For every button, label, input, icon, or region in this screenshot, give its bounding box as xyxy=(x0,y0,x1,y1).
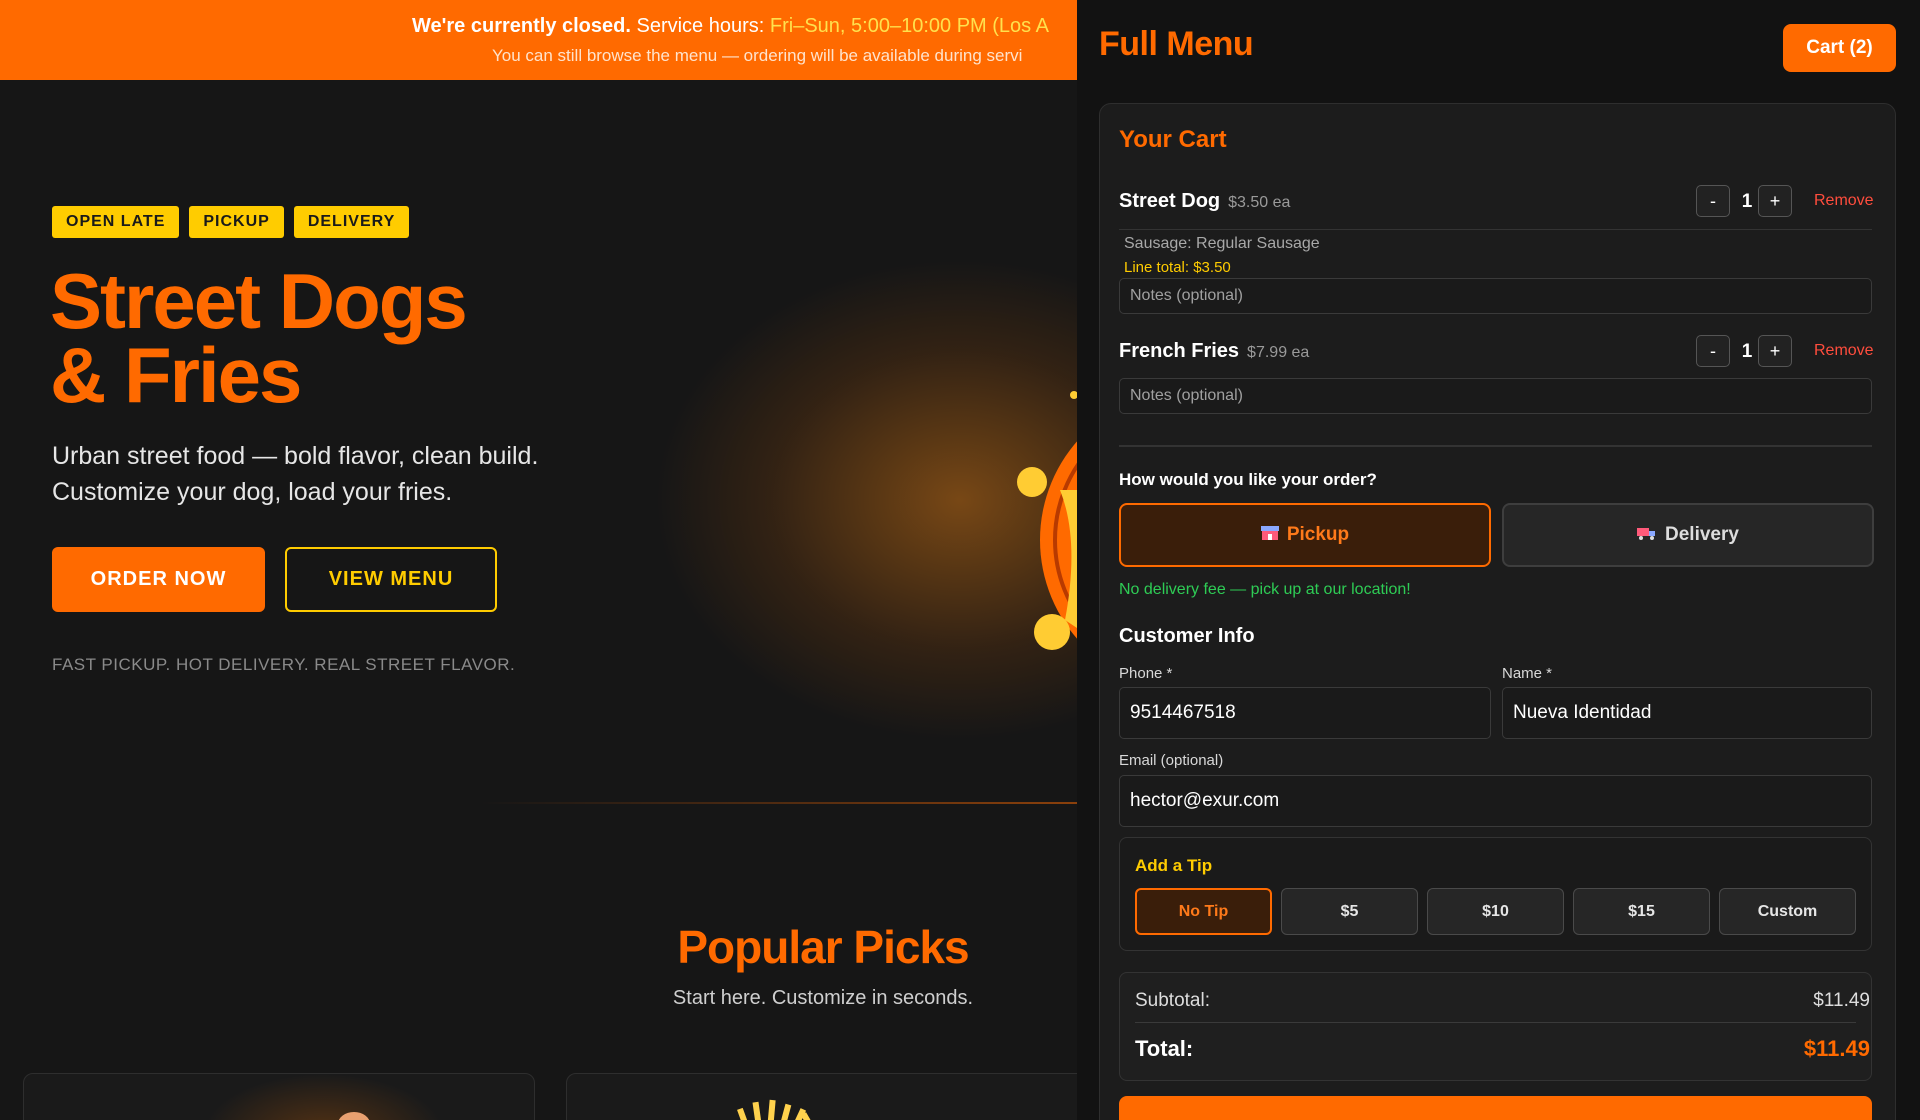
tip-option-5[interactable]: $5 xyxy=(1281,888,1418,935)
cart-button[interactable]: Cart (2) xyxy=(1783,24,1896,72)
tip-option-custom[interactable]: Custom xyxy=(1719,888,1856,935)
pickup-option[interactable]: Pickup xyxy=(1119,503,1491,567)
french-fries-image xyxy=(737,1099,820,1120)
item-notes-input[interactable] xyxy=(1119,378,1872,414)
name-field[interactable] xyxy=(1502,687,1872,739)
item-line-total: Line total: $3.50 xyxy=(1124,259,1231,276)
pickup-label: Pickup xyxy=(1286,524,1350,545)
item-name-text: Street Dog xyxy=(1119,190,1221,212)
cart-item-name: French Fries $7.99 ea xyxy=(1119,340,1309,363)
qty-increase-button[interactable]: + xyxy=(1758,185,1792,217)
popular-card[interactable] xyxy=(566,1073,1077,1120)
hotdog-shape xyxy=(338,1112,370,1120)
hero-tagline: FAST PICKUP. HOT DELIVERY. REAL STREET F… xyxy=(52,655,516,674)
totals-divider xyxy=(1135,1022,1856,1023)
remove-item-link[interactable]: Remove xyxy=(1814,192,1874,210)
view-menu-button[interactable]: VIEW MENU xyxy=(285,547,497,612)
cart-card xyxy=(1099,103,1896,1120)
mascot-illustration xyxy=(1017,391,1077,650)
name-label: Name * xyxy=(1502,665,1553,682)
qty-decrease-button[interactable]: - xyxy=(1696,335,1730,367)
menu-panel: Full Menu Cart (2) Your Cart Street Dog $… xyxy=(1077,0,1920,1120)
mascot-dot-3 xyxy=(1070,391,1077,399)
cart-item-name: Street Dog $3.50 ea xyxy=(1119,190,1290,213)
item-unit-price: $7.99 ea xyxy=(1247,344,1310,361)
email-field[interactable] xyxy=(1119,775,1872,827)
badge-pickup: PICKUP xyxy=(189,206,284,238)
delivery-option[interactable]: Delivery xyxy=(1502,503,1874,567)
qty-value: 1 xyxy=(1741,191,1753,212)
panel-title: Full Menu xyxy=(1099,25,1254,63)
item-unit-price: $3.50 ea xyxy=(1228,194,1291,211)
totals-box xyxy=(1119,972,1872,1081)
store-icon xyxy=(1260,525,1279,546)
banner-closed-text: We're currently closed. xyxy=(412,15,631,37)
hero-subtitle: Urban street food — bold flavor, clean b… xyxy=(52,442,539,506)
street-dog-image xyxy=(338,1112,370,1120)
closed-banner: We're currently closed. Service hours: F… xyxy=(0,0,1077,80)
hero-badges: OPEN LATE PICKUP DELIVERY xyxy=(52,206,410,238)
tip-option-15[interactable]: $15 xyxy=(1573,888,1710,935)
banner-timezone: (Los A xyxy=(992,15,1049,37)
banner-line-2: You can still browse the menu — ordering… xyxy=(492,46,1023,65)
no-fee-note: No delivery fee — pick up at our locatio… xyxy=(1119,581,1411,598)
item-name-text: French Fries xyxy=(1119,340,1240,362)
item-notes-input[interactable] xyxy=(1119,278,1872,314)
banner-hours-value: Fri–Sun, 5:00–10:00 PM xyxy=(769,15,987,37)
tip-option-none[interactable]: No Tip xyxy=(1135,888,1272,935)
cart-divider xyxy=(1119,445,1872,447)
order-now-button[interactable]: ORDER NOW xyxy=(52,547,265,612)
popular-picks-subtitle: Start here. Customize in seconds. xyxy=(672,987,974,1009)
place-order-button[interactable] xyxy=(1119,1096,1872,1120)
item-divider xyxy=(1119,229,1872,230)
section-divider xyxy=(480,802,1077,804)
tip-option-10[interactable]: $10 xyxy=(1427,888,1564,935)
total-value: $11.49 xyxy=(1803,1036,1870,1061)
landing-page: We're currently closed. Service hours: F… xyxy=(0,0,1077,1120)
tip-heading: Add a Tip xyxy=(1135,856,1213,875)
hero-title-line-2: & Fries xyxy=(50,331,302,419)
remove-item-link[interactable]: Remove xyxy=(1814,342,1874,360)
qty-value: 1 xyxy=(1741,341,1753,362)
phone-label: Phone * xyxy=(1119,665,1173,682)
item-options: Sausage: Regular Sausage xyxy=(1124,235,1320,252)
popular-card[interactable] xyxy=(23,1073,535,1120)
mascot-dot-2 xyxy=(1034,614,1070,650)
truck-icon xyxy=(1637,526,1657,545)
popular-picks-title: Popular Picks xyxy=(677,921,969,973)
app-root: We're currently closed. Service hours: F… xyxy=(0,0,1920,1120)
badge-delivery: DELIVERY xyxy=(293,206,410,238)
qty-decrease-button[interactable]: - xyxy=(1696,185,1730,217)
banner-line-1: We're currently closed. Service hours: F… xyxy=(412,15,1049,38)
total-label: Total: xyxy=(1135,1036,1194,1061)
fries-shapes xyxy=(737,1099,820,1120)
hero-section: OPEN LATE PICKUP DELIVERY Street Dogs & … xyxy=(0,80,1077,800)
email-label: Email (optional) xyxy=(1119,752,1224,769)
qty-increase-button[interactable]: + xyxy=(1758,335,1792,367)
hero-title-line-1: Street Dogs xyxy=(50,257,468,345)
customer-info-heading: Customer Info xyxy=(1119,625,1255,647)
phone-field[interactable] xyxy=(1119,687,1491,739)
cart-heading: Your Cart xyxy=(1119,126,1227,153)
subtotal-value: $11.49 xyxy=(1813,990,1870,1011)
order-type-question: How would you like your order? xyxy=(1119,470,1377,489)
hero-title: Street Dogs & Fries xyxy=(50,257,468,419)
badge-open-late: OPEN LATE xyxy=(52,206,180,238)
delivery-label: Delivery xyxy=(1665,524,1739,545)
mascot-dot-1 xyxy=(1017,467,1047,497)
subtotal-label: Subtotal: xyxy=(1135,990,1210,1011)
banner-hours-label: Service hours: xyxy=(636,15,765,37)
